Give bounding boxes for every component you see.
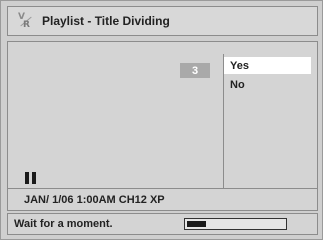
recording-info: JAN/ 1/06 1:00AM CH12 XP: [8, 188, 317, 210]
progress-bar: [184, 218, 287, 230]
main-panel: 3 Yes No JAN/ 1/06 1:00AM CH12 XP: [7, 41, 318, 211]
menu-item-yes[interactable]: Yes: [224, 57, 311, 74]
pause-icon: [25, 172, 37, 184]
progress-fill: [187, 221, 207, 227]
menu-item-no[interactable]: No: [224, 76, 311, 93]
confirm-menu: Yes No: [224, 57, 311, 95]
title-bar: V R Playlist - Title Dividing: [7, 6, 318, 36]
status-bar: Wait for a moment.: [7, 213, 318, 235]
vr-icon: V R: [17, 12, 34, 31]
title-count-badge: 3: [180, 63, 210, 78]
screen: V R Playlist - Title Dividing 3 Yes No J…: [0, 0, 323, 240]
page-title: Playlist - Title Dividing: [42, 14, 170, 28]
video-preview: 3: [8, 54, 221, 188]
status-message: Wait for a moment.: [14, 218, 113, 230]
vr-icon-letter-bottom: R: [23, 19, 30, 30]
